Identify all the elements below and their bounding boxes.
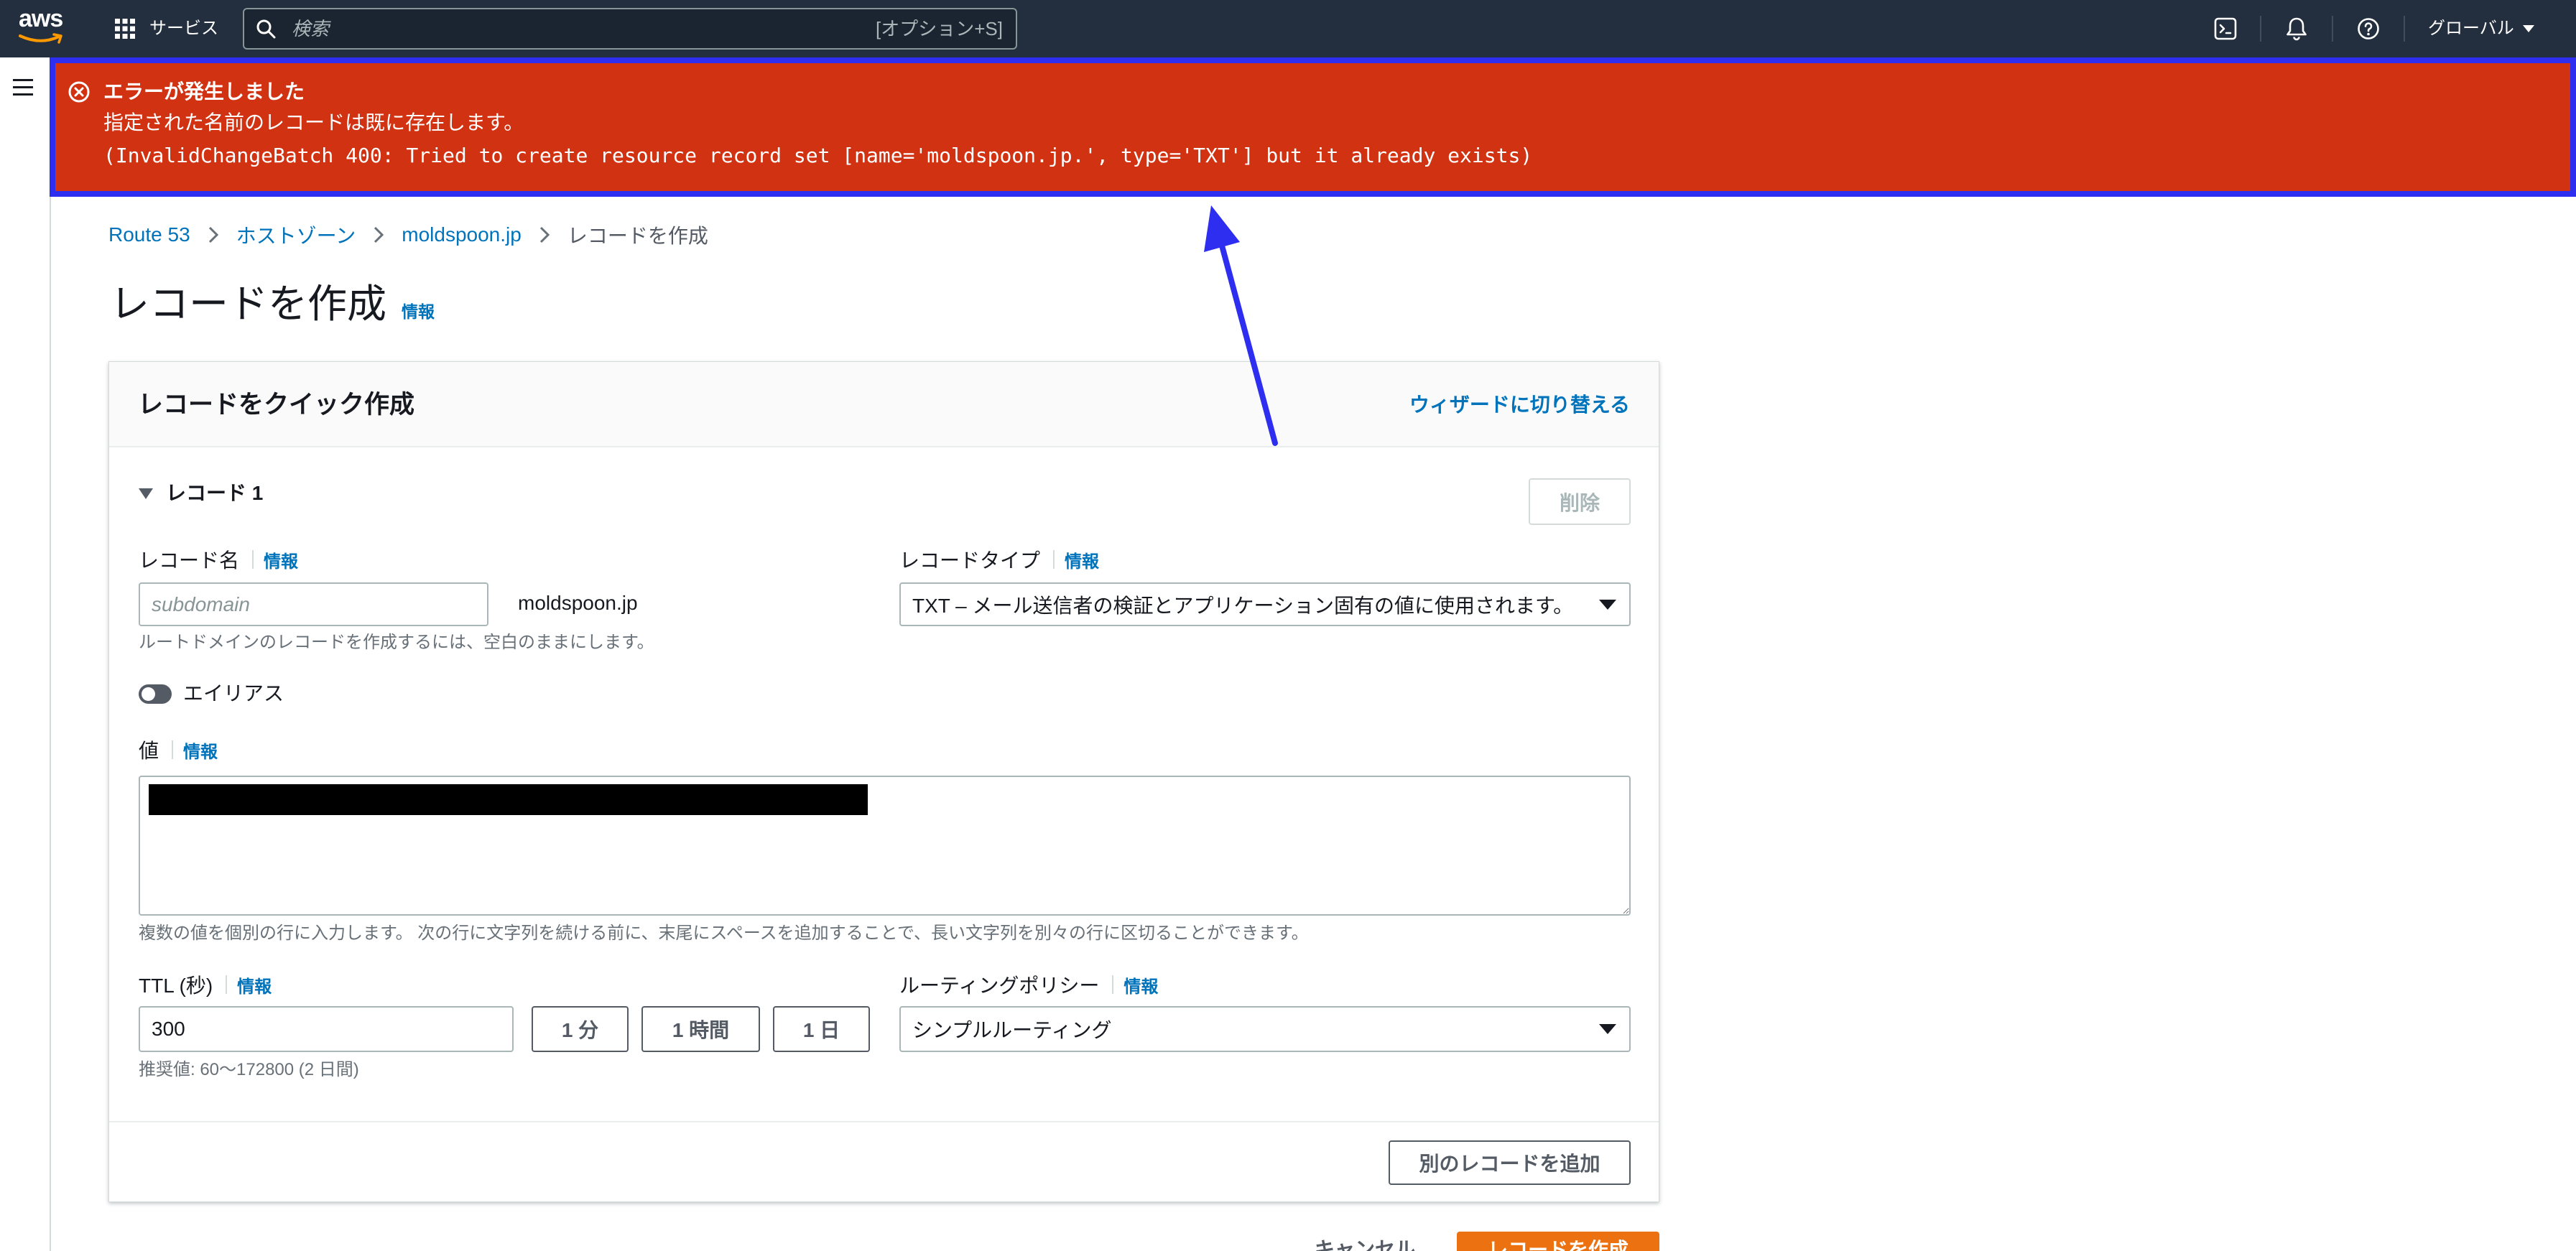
add-record-button[interactable]: 別のレコードを追加 [1389, 1140, 1631, 1185]
cancel-button[interactable]: キャンセル [1315, 1237, 1415, 1251]
ttl-preset-1hour-button[interactable]: 1 時間 [641, 1006, 760, 1052]
caret-down-icon [139, 488, 153, 499]
chevron-right-icon [539, 226, 550, 243]
aws-smile-icon [19, 33, 62, 44]
record-type-selected: TXT – メール送信者の検証とアプリケーション固有の値に使用されます。 [912, 594, 1574, 617]
search-icon [256, 19, 276, 39]
ttl-label-group: TTL (秒) 情報 [139, 972, 272, 997]
annotation-arrow-head [1204, 205, 1240, 252]
region-label: グローバル [2428, 19, 2514, 38]
breadcrumb-route53[interactable]: Route 53 [108, 223, 190, 246]
hamburger-icon [13, 79, 33, 96]
container-divider [109, 1121, 1659, 1122]
container-title: レコードをクイック作成 [138, 391, 415, 419]
toggle-knob [142, 687, 155, 701]
ttl-info-link[interactable]: 情報 [237, 972, 272, 997]
search-input[interactable] [292, 15, 866, 42]
breadcrumb-hosted-zones[interactable]: ホストゾーン [236, 220, 356, 249]
record-name-info-link[interactable]: 情報 [264, 547, 298, 572]
container-header: レコードをクイック作成 ウィザードに切り替える [109, 362, 1659, 447]
record-expand-toggle[interactable] [139, 488, 153, 503]
record-type-info-link[interactable]: 情報 [1065, 547, 1099, 572]
breadcrumb: Route 53 ホストゾーン moldspoon.jp レコードを作成 [108, 220, 708, 249]
page-title: レコードを作成 [110, 282, 387, 326]
record-name-label: レコード名 [139, 549, 240, 572]
redaction-bar [149, 784, 868, 815]
delete-record-button[interactable]: 削除 [1529, 478, 1631, 525]
caret-down-icon [2522, 25, 2534, 32]
caret-down-icon [1599, 1024, 1616, 1034]
nav-divider [2260, 16, 2261, 42]
value-label-group: 値 情報 [139, 737, 218, 763]
error-flashbar: エラーが発生しました 指定された名前のレコードは既に存在します。 (Invali… [50, 57, 2576, 197]
value-info-link[interactable]: 情報 [183, 738, 218, 763]
routing-policy-info-link[interactable]: 情報 [1123, 972, 1158, 997]
quick-create-container: レコードをクイック作成 ウィザードに切り替える レコード 1 削除 レコード名 … [108, 361, 1659, 1202]
nav-divider [2332, 16, 2333, 42]
ttl-label: TTL (秒) [139, 975, 213, 997]
value-label: 値 [139, 740, 159, 762]
alias-toggle[interactable] [139, 684, 172, 704]
terminal-icon [2214, 17, 2237, 40]
record-name-help: ルートドメインのレコードを作成するには、空白のままにします。 [139, 633, 654, 652]
side-navigation-rail [0, 57, 51, 1251]
region-selector[interactable]: グローバル [2428, 16, 2534, 42]
page-header: レコードを作成 情報 [110, 280, 435, 327]
ttl-preset-1min-button[interactable]: 1 分 [532, 1006, 629, 1052]
breadcrumb-zone[interactable]: moldspoon.jp [402, 223, 522, 246]
label-separator [226, 975, 228, 994]
record-type-label: レコードタイプ [899, 549, 1041, 572]
domain-suffix: moldspoon.jp [518, 592, 638, 614]
nav-divider [2404, 16, 2405, 42]
label-separator [172, 740, 174, 759]
switch-to-wizard-link[interactable]: ウィザードに切り替える [1409, 392, 1630, 418]
value-help: 複数の値を個別の行に入力します。 次の行に文字列を続ける前に、末尾にスペースを追… [139, 924, 1309, 943]
bell-icon [2287, 17, 2307, 41]
caret-down-icon [1599, 599, 1616, 610]
routing-policy-select[interactable]: シンプルルーティング [899, 1006, 1631, 1052]
error-title: エラーが発生しました [103, 80, 305, 103]
notifications-button[interactable] [2284, 16, 2309, 45]
ttl-input[interactable] [139, 1006, 514, 1052]
breadcrumb-current: レコードを作成 [567, 225, 708, 247]
routing-policy-selected: シンプルルーティング [912, 1019, 1112, 1041]
error-message: 指定された名前のレコードは既に存在します。 [103, 111, 524, 134]
alias-label: エイリアス [183, 682, 284, 704]
ttl-preset-1day-button[interactable]: 1 日 [773, 1006, 870, 1052]
label-separator [1053, 550, 1055, 569]
aws-logo-text: aws [19, 5, 63, 32]
page-info-link[interactable]: 情報 [402, 298, 435, 322]
chevron-right-icon [374, 226, 384, 243]
search-shortcut-hint: [オプション+S] [876, 18, 1003, 39]
cloudshell-button[interactable] [2213, 17, 2238, 45]
services-menu-button[interactable] [115, 19, 135, 42]
record-type-label-group: レコードタイプ 情報 [899, 547, 1099, 572]
side-navigation-toggle[interactable] [13, 79, 33, 100]
top-navigation-bar: aws サービス [オプション+S] [0, 0, 2576, 57]
record-section-title[interactable]: レコード 1 [166, 480, 263, 506]
error-detail: (InvalidChangeBatch 400: Tried to create… [103, 144, 1533, 167]
create-records-button[interactable]: レコードを作成 [1457, 1232, 1659, 1251]
label-separator [252, 550, 254, 569]
services-label[interactable]: サービス [149, 16, 218, 42]
aws-logo[interactable]: aws [19, 4, 69, 50]
chevron-right-icon [208, 226, 218, 243]
label-separator [1112, 975, 1114, 994]
help-button[interactable] [2356, 17, 2381, 45]
record-name-label-group: レコード名 情報 [139, 547, 298, 572]
record-type-select[interactable]: TXT – メール送信者の検証とアプリケーション固有の値に使用されます。 [899, 582, 1631, 626]
error-circle-icon [68, 81, 90, 103]
routing-policy-label-group: ルーティングポリシー 情報 [899, 972, 1158, 997]
grid-icon [115, 19, 135, 39]
search-box[interactable]: [オプション+S] [243, 8, 1017, 50]
ttl-recommendation: 推奨値: 60〜172800 (2 日間) [139, 1060, 359, 1079]
help-icon [2358, 18, 2379, 39]
routing-policy-label: ルーティングポリシー [899, 975, 1100, 997]
record-name-input[interactable] [139, 582, 488, 626]
